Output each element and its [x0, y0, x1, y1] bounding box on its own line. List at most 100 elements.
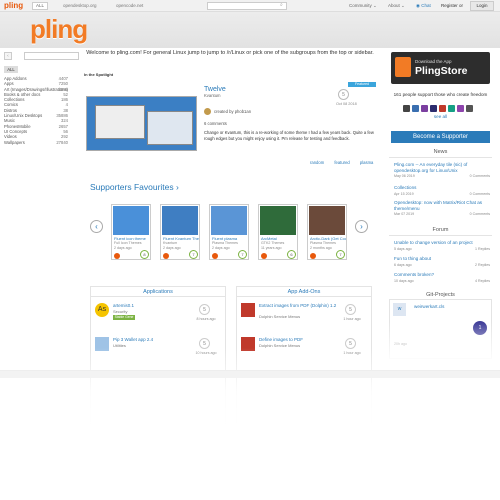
item-score: 5 — [199, 304, 210, 315]
news-item-comments: 0 Comments — [469, 191, 490, 196]
login-button[interactable]: Login — [470, 1, 494, 11]
forum-item[interactable]: Fun to thing about 6 days ago 2 Replies — [394, 256, 490, 267]
avatar[interactable] — [466, 105, 473, 112]
about-menu[interactable]: About ⌄ — [388, 3, 405, 9]
see-all-link[interactable]: see all — [389, 114, 492, 119]
supporters-favourites-title[interactable]: Supporters Favourites › — [90, 182, 179, 192]
category-name: UI Concepts — [4, 128, 28, 134]
user-avatar[interactable] — [114, 253, 120, 259]
avatar[interactable] — [403, 105, 410, 112]
product-thumbnail[interactable] — [162, 206, 198, 235]
all-categories-button[interactable]: ALL — [4, 66, 18, 73]
category-filter-input[interactable] — [24, 52, 79, 60]
product-category: Plasma Themes — [212, 241, 238, 245]
user-avatar[interactable] — [212, 253, 218, 259]
product-card[interactable]: ArcMetal GTK2 Themes 11 years ago 6 — [258, 204, 298, 260]
community-menu[interactable]: Community ⌄ — [349, 3, 377, 9]
list-item[interactable]: As artemis0.1 Security Stable Gene 5 8 h… — [95, 303, 223, 331]
pling-logo[interactable]: pling — [30, 14, 88, 44]
category-name: Apps — [4, 81, 14, 87]
applications-title[interactable]: Applications — [91, 287, 225, 297]
back-button[interactable]: ‹ — [4, 52, 12, 60]
spotlight-tabs[interactable]: random featured plasma — [310, 160, 373, 165]
category-name: PhonesMobile — [4, 123, 31, 129]
or-text: or — [459, 3, 464, 8]
plingstore-download-banner[interactable]: Download the App PlingStore — [391, 52, 490, 84]
app-addons-title[interactable]: App Add-Ons — [237, 287, 371, 297]
product-thumbnail[interactable] — [211, 206, 247, 235]
bottom-bar — [0, 370, 500, 378]
avatar[interactable] — [457, 105, 464, 112]
news-item[interactable]: Opendesktop: now with Matrix/Riot Chat a… — [394, 200, 490, 216]
news-item-title[interactable]: Pling.com -- An everyday tile (sic) of o… — [394, 162, 490, 173]
product-score: 7 — [189, 250, 198, 259]
register-label: Register — [441, 3, 458, 8]
opencode-link[interactable]: opencode.net — [116, 3, 143, 8]
product-card[interactable]: Arctic-Dark (Get Code)Plasma Themes2 mon… — [307, 204, 347, 260]
chevron-right-icon: › — [176, 182, 179, 192]
user-avatar[interactable] — [163, 253, 169, 259]
category-name: Linux/Unix Desktops — [4, 113, 43, 119]
spotlight-user-text[interactable]: created by phob1an — [214, 109, 251, 114]
item-category: Dolphin Service Menus — [259, 314, 301, 319]
category-list: App Addons 4407 Apps 7250 Art (Images/Drawin… — [4, 76, 68, 145]
avatar[interactable] — [448, 105, 455, 112]
news-item[interactable]: Pling.com -- An everyday tile (sic) of o… — [394, 162, 490, 178]
avatar[interactable] — [412, 105, 419, 112]
avatar[interactable] — [439, 105, 446, 112]
product-category: Kvantum — [163, 241, 178, 245]
product-thumbnail[interactable] — [113, 206, 149, 235]
item-title[interactable]: Pip 3 Wallet app 2.4 — [113, 337, 153, 342]
screenshot-window — [147, 111, 193, 145]
item-title[interactable]: Extract images from PDF (Dolphin) 1.2 — [259, 303, 336, 308]
forum-item[interactable]: Unable to change version of an project 5… — [394, 240, 490, 251]
category-select[interactable]: ALL — [32, 2, 48, 10]
store-line1: Download the App — [415, 59, 452, 64]
news-item-title[interactable]: Collections — [394, 185, 490, 191]
become-supporter-button[interactable]: Become a Supporter — [391, 131, 490, 143]
forum-item[interactable]: Comments broken? 10 days ago 4 Replies — [394, 272, 490, 283]
news-item[interactable]: Collections Apr 15 2019 0 Comments — [394, 185, 490, 196]
spotlight-category: Kvantum — [204, 93, 221, 98]
search-input[interactable] — [207, 2, 287, 10]
opendesktop-link[interactable]: opendesktop.org — [63, 3, 97, 8]
product-thumbnail[interactable] — [309, 206, 345, 235]
forum-item-title[interactable]: Comments broken? — [394, 272, 490, 278]
spotlight-screenshot[interactable] — [86, 96, 197, 151]
git-user-link[interactable]: weirwerkart.cls — [414, 304, 444, 309]
product-card[interactable]: Fluent icon theme Full Icon Themes 2 days … — [111, 204, 151, 260]
user-avatar[interactable] — [310, 253, 316, 259]
news-item-title[interactable]: Opendesktop: now with Matrix/Riot Chat a… — [394, 200, 490, 211]
app-icon: As — [95, 303, 109, 317]
forum-item-title[interactable]: Unable to change version of an project — [394, 240, 490, 246]
avatar[interactable]: w — [393, 303, 406, 316]
user-avatar[interactable] — [261, 253, 267, 259]
carousel-next-button[interactable]: › — [355, 220, 368, 233]
top-navigation-bar: pling ALL opendesktop.org opencode.net ⌕… — [0, 0, 500, 12]
spotlight-title[interactable]: Twelve — [204, 86, 226, 93]
carousel-prev-button[interactable]: ‹ — [90, 220, 103, 233]
topbar-logo[interactable]: pling — [4, 1, 23, 10]
chat-link[interactable]: ◉ Chat — [416, 3, 431, 9]
sidebar-category-item[interactable]: Wallpapers 27840 — [4, 140, 68, 145]
register-link[interactable]: Register or — [441, 3, 463, 8]
category-name: Music — [4, 118, 15, 124]
item-title[interactable]: Define images to PDF — [259, 337, 303, 342]
product-card[interactable]: Fluent plasma Plasma Themes 2 days ago 7 — [209, 204, 249, 260]
avatar[interactable] — [421, 105, 428, 112]
product-thumbnail[interactable] — [260, 206, 296, 235]
forum-item-title[interactable]: Fun to thing about — [394, 256, 490, 262]
category-count: 27840 — [56, 139, 68, 145]
chat-icon: ◉ — [416, 3, 420, 8]
list-item[interactable]: Extract images from PDF (Dolphin) 1.2 Do… — [241, 303, 369, 331]
avatar[interactable] — [430, 105, 437, 112]
item-title[interactable]: artemis0.1 — [113, 303, 134, 308]
product-date: 11 years ago — [261, 246, 282, 250]
category-name: Wallpapers — [4, 139, 25, 145]
item-date: 8 hours ago — [196, 317, 216, 321]
forum-item-replies: 4 Replies — [475, 278, 490, 283]
plingstore-bag-icon — [395, 57, 411, 77]
product-card[interactable]: Fluent Kvantum ThemeKvantum2 days ago7 — [160, 204, 200, 260]
spotlight-comments[interactable]: 6 comments — [204, 121, 227, 126]
search-icon[interactable]: ⌕ — [280, 2, 283, 8]
